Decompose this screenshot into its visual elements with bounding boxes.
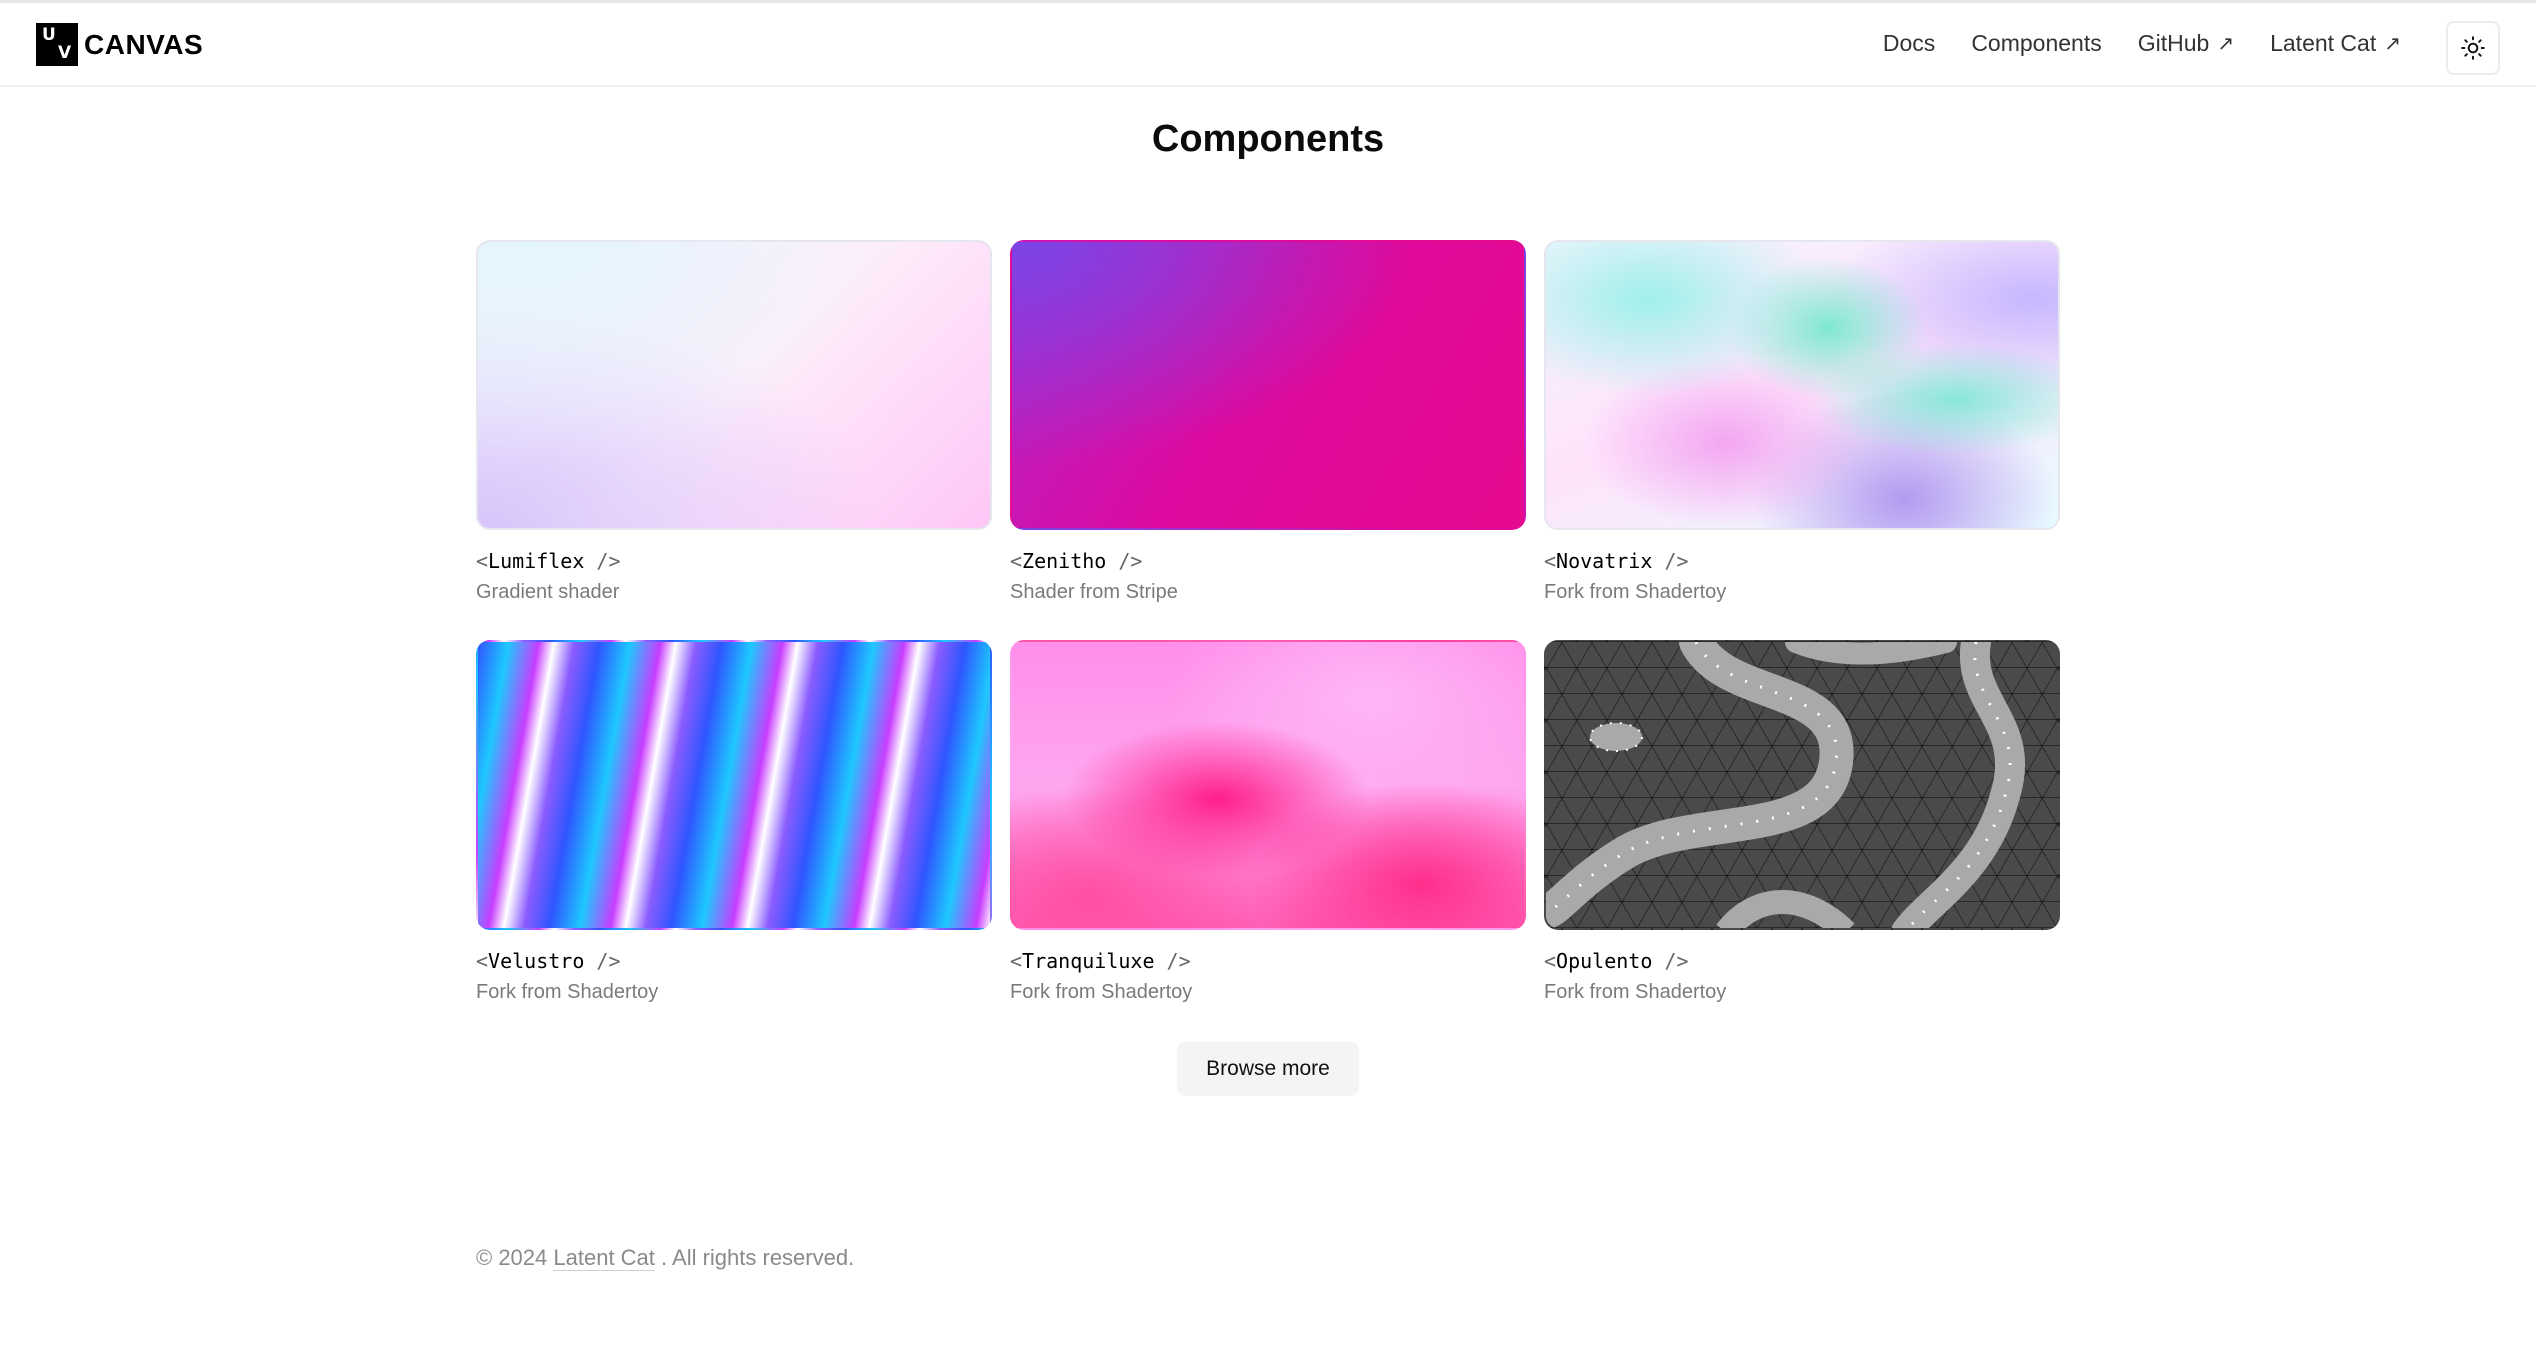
tag-open: < [1544, 949, 1557, 973]
nav-link-label: GitHub [2137, 30, 2210, 56]
component-name: <Lumiflex /> [476, 549, 992, 573]
component-name-text: Velustro [488, 949, 585, 973]
component-name: <Velustro /> [476, 949, 992, 973]
component-preview[interactable] [1010, 640, 1526, 930]
component-card-novatrix[interactable]: <Novatrix /> Fork from Shadertoy [1544, 240, 2060, 604]
component-name: <Novatrix /> [1544, 549, 2060, 573]
component-card-zenitho[interactable]: <Zenitho /> Shader from Stripe [1010, 240, 1526, 604]
tag-open: < [1544, 549, 1557, 573]
component-name-text: Lumiflex [488, 549, 585, 573]
theme-toggle-button[interactable] [2446, 21, 2500, 75]
tag-close: /> [1652, 549, 1689, 573]
component-preview[interactable] [476, 640, 992, 930]
logo-letter-u: U [42, 25, 56, 45]
top-nav: Docs Components GitHub ↗ Latent Cat ↗ [1847, 30, 2401, 57]
component-description: Fork from Shadertoy [476, 981, 659, 1003]
component-name-text: Tranquiluxe [1022, 949, 1155, 973]
component-name-text: Novatrix [1556, 549, 1653, 573]
nav-link-docs[interactable]: Docs [1883, 30, 1935, 57]
external-link-icon: ↗ [2217, 33, 2235, 55]
nav-link-label: Docs [1882, 30, 1936, 56]
component-preview[interactable] [476, 240, 992, 530]
component-card-lumiflex[interactable]: <Lumiflex /> Gradient shader [476, 240, 992, 604]
tag-close: /> [1154, 949, 1191, 973]
component-description: Fork from Shadertoy [1544, 581, 1727, 603]
opulento-pattern [1546, 642, 2026, 928]
nav-link-latent-cat[interactable]: Latent Cat ↗ [2270, 30, 2401, 57]
footer-copyright: © 2024 [476, 1245, 554, 1270]
footer-rights: . All rights reserved. [654, 1245, 855, 1270]
tag-close: /> [1652, 949, 1689, 973]
component-preview[interactable] [1544, 240, 2060, 530]
tag-close: /> [584, 549, 621, 573]
site-header: U V CANVAS Docs Components GitHub ↗ Laten… [0, 3, 2536, 87]
component-name: <Zenitho /> [1010, 549, 1526, 573]
component-name-text: Zenitho [1022, 549, 1107, 573]
component-name: <Opulento /> [1544, 949, 2060, 973]
component-name: <Tranquiluxe /> [1010, 949, 1526, 973]
tag-open: < [1010, 549, 1023, 573]
footer-link-latent-cat[interactable]: Latent Cat [553, 1245, 655, 1271]
logo-letter-v: V [58, 43, 72, 63]
nav-link-label: Latent Cat [2270, 30, 2377, 56]
logo-mark: U V [36, 23, 78, 66]
component-description: Gradient shader [476, 581, 620, 603]
page-title: Components [1151, 118, 1385, 160]
component-card-opulento[interactable]: <Opulento /> Fork from Shadertoy [1544, 640, 2060, 1004]
sun-icon [2461, 36, 2485, 60]
logo[interactable]: U V CANVAS [36, 23, 203, 66]
component-name-text: Opulento [1556, 949, 1653, 973]
external-link-icon: ↗ [2384, 33, 2401, 55]
tag-open: < [476, 949, 489, 973]
component-card-tranquiluxe[interactable]: <Tranquiluxe /> Fork from Shadertoy [1010, 640, 1526, 1004]
component-preview[interactable] [1010, 240, 1526, 530]
tag-open: < [476, 549, 489, 573]
browse-more-button[interactable]: Browse more [1177, 1042, 1359, 1096]
tag-close: /> [1106, 549, 1143, 573]
component-description: Fork from Shadertoy [1010, 981, 1193, 1003]
component-card-velustro[interactable]: <Velustro /> Fork from Shadertoy [476, 640, 992, 1004]
nav-link-github[interactable]: GitHub ↗ [2138, 30, 2234, 57]
logo-text: CANVAS [84, 28, 204, 60]
component-description: Fork from Shadertoy [1544, 981, 1727, 1003]
nav-link-label: Components [1971, 30, 2102, 56]
nav-link-components[interactable]: Components [1971, 30, 2101, 57]
tag-open: < [1010, 949, 1023, 973]
tag-close: /> [584, 949, 621, 973]
component-description: Shader from Stripe [1010, 581, 1178, 603]
footer: © 2024 Latent Cat . All rights reserved. [476, 1245, 854, 1271]
component-preview[interactable] [1544, 640, 2060, 930]
